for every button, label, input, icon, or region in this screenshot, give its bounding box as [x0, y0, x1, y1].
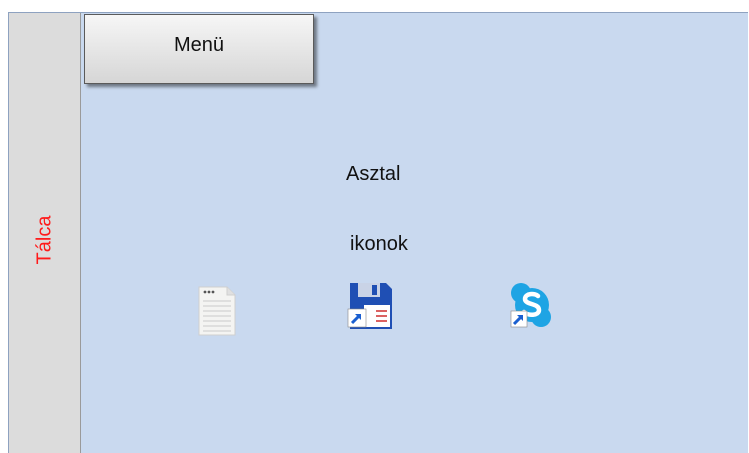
menu-button-label: Menü [173, 34, 225, 56]
desktop-frame: Tálca Menü Asztal ikonok [8, 12, 748, 453]
taskbar[interactable]: Tálca [9, 13, 81, 453]
floppy-save-shortcut-icon[interactable] [346, 279, 394, 331]
skype-shortcut-icon[interactable] [507, 279, 555, 331]
notepad-document-icon[interactable] [193, 285, 241, 337]
menu-button[interactable]: Menü [84, 14, 314, 84]
taskbar-label: Tálca [33, 215, 56, 265]
desktop-label: Asztal [346, 163, 401, 185]
icons-label: ikonok [350, 233, 408, 255]
